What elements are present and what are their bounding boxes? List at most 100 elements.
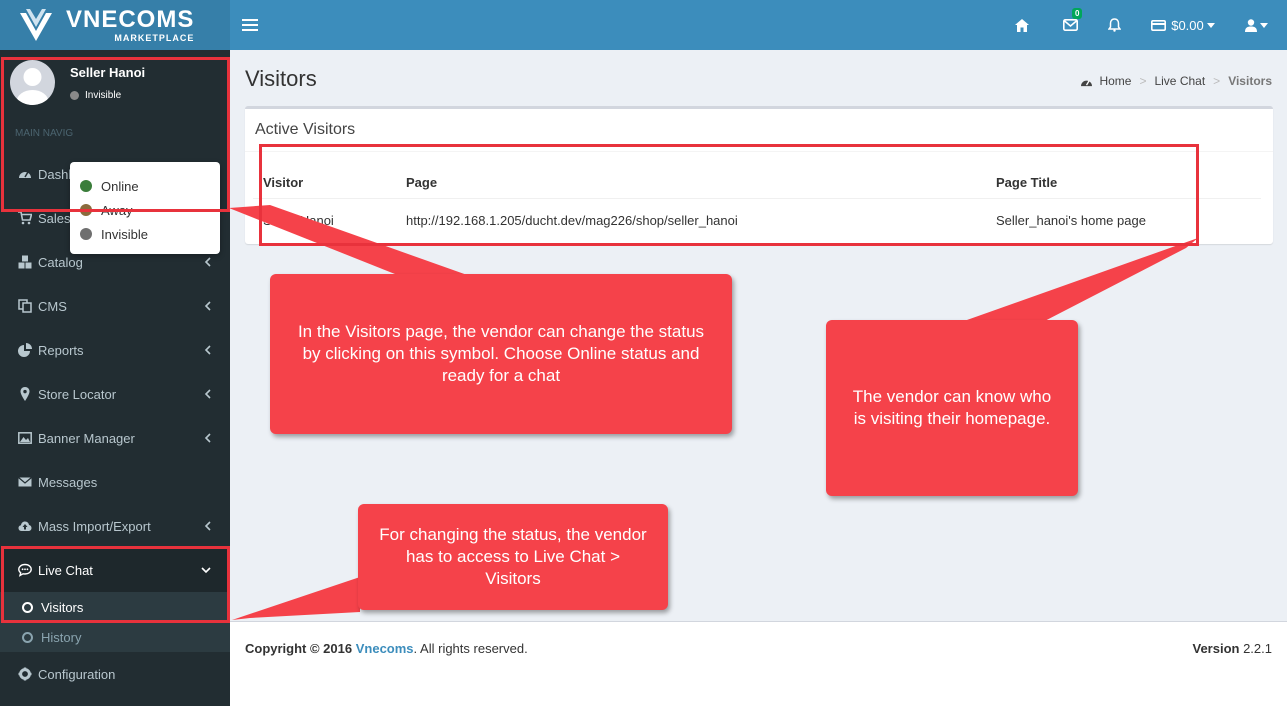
sidebar-item-messages[interactable]: Messages: [0, 460, 230, 504]
status-option-label: Invisible: [101, 226, 148, 242]
chevron-left-icon: [204, 301, 211, 311]
page-title: Visitors: [245, 66, 317, 91]
breadcrumb-current: Visitors: [1228, 74, 1272, 88]
status-option-online[interactable]: Online: [70, 174, 220, 198]
cubes-icon: [18, 255, 32, 269]
status-dot-icon: [70, 91, 79, 100]
sidebar-subitem-visitors[interactable]: Visitors: [0, 592, 230, 622]
user-status-toggle[interactable]: Invisible: [70, 90, 121, 101]
user-status-label: Invisible: [85, 90, 122, 101]
status-option-invisible[interactable]: Invisible: [70, 222, 220, 246]
callout-access: For changing the status, the vendor has …: [358, 504, 668, 610]
footer-version: Version 2.2.1: [1192, 641, 1272, 656]
caret-down-icon: [1259, 22, 1268, 28]
gear-icon: [18, 667, 32, 681]
status-dropdown: Online Away Invisible: [70, 162, 220, 254]
callout-status: In the Visitors page, the vendor can cha…: [270, 274, 732, 434]
status-option-label: Away: [101, 202, 133, 218]
sidebar-item-store-locator[interactable]: Store Locator: [0, 372, 230, 416]
sidebar-item-configuration[interactable]: Configuration: [0, 652, 230, 696]
copyright-text: Copyright © 2016: [245, 641, 353, 656]
dashboard-icon: [1081, 79, 1093, 86]
vnecoms-logo-icon: [20, 9, 52, 41]
caret-down-icon: [1206, 22, 1215, 28]
column-header-page: Page: [406, 175, 438, 190]
version-value: 2.2.1: [1243, 641, 1272, 656]
sidebar-subitem-label: History: [41, 629, 82, 645]
breadcrumb-home[interactable]: Home: [1099, 74, 1131, 88]
copy-icon: [18, 299, 32, 313]
status-dot-icon: [80, 204, 92, 216]
user-panel: Seller Hanoi Invisible: [0, 50, 230, 116]
chevron-left-icon: [204, 521, 211, 531]
user-menu-icon[interactable]: [1242, 0, 1270, 50]
column-header-page-title: Page Title: [996, 175, 1058, 190]
sidebar-subitem-history[interactable]: History: [0, 622, 230, 652]
brand-sub: MARKETPLACE: [114, 32, 195, 43]
chevron-left-icon: [204, 433, 211, 443]
brand-logo[interactable]: VNECOMS MARKETPLACE: [0, 0, 230, 50]
sidebar-item-banner-manager[interactable]: Banner Manager: [0, 416, 230, 460]
version-label: Version: [1192, 641, 1240, 656]
rights-text: . All rights reserved.: [413, 641, 528, 656]
mail-icon[interactable]: 0: [1060, 0, 1083, 50]
balance-dropdown[interactable]: $0.00: [1148, 0, 1218, 50]
company-link[interactable]: Vnecoms: [356, 641, 414, 656]
map-marker-icon: [20, 387, 30, 401]
status-option-label: Online: [101, 178, 139, 194]
credit-card-icon: [1151, 19, 1167, 31]
shopping-cart-icon: [18, 211, 32, 225]
home-icon[interactable]: [1012, 0, 1032, 50]
image-icon: [18, 432, 32, 444]
column-header-visitor: Visitor: [263, 175, 304, 190]
sidebar-item-cms[interactable]: CMS: [0, 284, 230, 328]
sidebar-item-mass-import-export[interactable]: Mass Import/Export: [0, 504, 230, 548]
avatar: [10, 60, 55, 105]
chevron-left-icon: [204, 389, 211, 399]
chevron-left-icon: [204, 345, 211, 355]
chevron-left-icon: [204, 257, 211, 267]
sidebar-item-label: Store Locator: [38, 386, 117, 402]
nav-header: MAIN NAVIG: [15, 128, 74, 139]
sidebar-item-label: Catalog: [38, 254, 83, 270]
sidebar-toggle-icon[interactable]: [242, 16, 258, 34]
sidebar-item-live-chat[interactable]: Live Chat: [0, 548, 230, 592]
sidebar-item-label: Reports: [38, 342, 84, 358]
brand-name: VNECOMS: [66, 5, 195, 33]
footer-copyright: Copyright © 2016 Vnecoms. All rights res…: [245, 641, 528, 656]
circle-icon: [22, 601, 33, 613]
sidebar-item-label: Configuration: [38, 666, 116, 682]
breadcrumb-live-chat[interactable]: Live Chat: [1154, 74, 1205, 88]
sidebar-item-label: Sales: [38, 210, 71, 226]
pie-chart-icon: [18, 343, 32, 357]
dashboard-icon: [19, 171, 31, 178]
sidebar-subitem-label: Visitors: [41, 599, 84, 615]
sidebar: Seller Hanoi Invisible MAIN NAVIG Dashb …: [0, 50, 230, 706]
sidebar-item-label: CMS: [38, 298, 67, 314]
cloud-upload-icon: [18, 521, 32, 531]
sidebar-item-reports[interactable]: Reports: [0, 328, 230, 372]
active-visitors-box: Active Visitors Visitor Page Page Title …: [245, 106, 1273, 244]
balance-value: $0.00: [1171, 17, 1204, 33]
comment-icon: [18, 563, 32, 577]
envelope-icon: [18, 477, 32, 487]
table-cell-page: http://192.168.1.205/ducht.dev/mag226/sh…: [406, 213, 738, 228]
callout-visitors: The vendor can know who is visiting thei…: [826, 320, 1078, 496]
breadcrumb: Home > Live Chat > Visitors: [1080, 74, 1272, 88]
status-dot-icon: [80, 228, 92, 240]
sidebar-item-label: Live Chat: [38, 562, 93, 578]
footer: Copyright © 2016 Vnecoms. All rights res…: [230, 621, 1287, 706]
table-cell-visitor: Seller Hanoi: [263, 213, 334, 228]
box-title: Active Visitors: [255, 121, 356, 138]
chevron-down-icon: [201, 567, 211, 574]
sidebar-item-label: Banner Manager: [38, 430, 135, 446]
sidebar-item-label: Messages: [38, 474, 98, 490]
circle-icon: [22, 631, 33, 643]
mail-badge: 0: [1072, 8, 1083, 19]
table-cell-page-title: Seller_hanoi's home page: [996, 213, 1146, 228]
status-option-away[interactable]: Away: [70, 198, 220, 222]
user-name: Seller Hanoi: [70, 65, 146, 80]
notifications-bell-icon[interactable]: [1104, 0, 1124, 50]
sidebar-item-label: Mass Import/Export: [38, 518, 151, 534]
status-dot-icon: [80, 180, 92, 192]
